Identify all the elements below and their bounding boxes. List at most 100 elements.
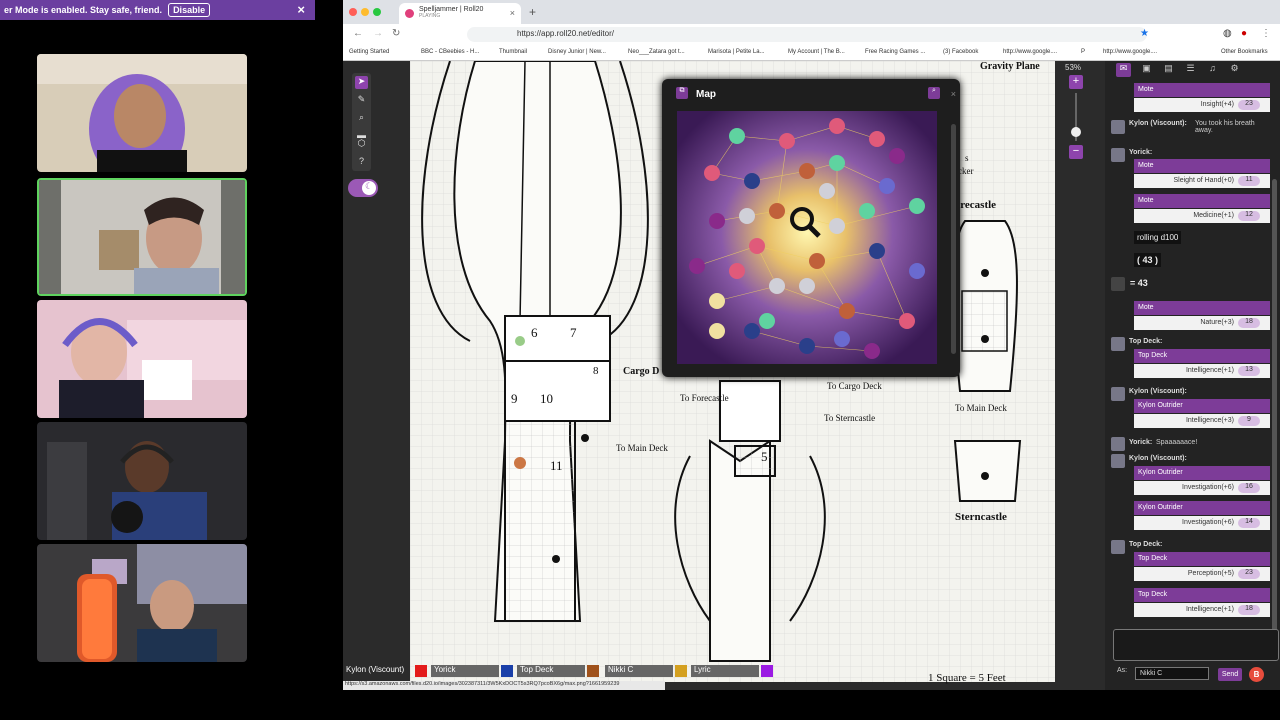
chat-input[interactable] — [1113, 629, 1279, 661]
roll-row: Insight(+4) 23 — [1134, 98, 1270, 112]
video-tile-1[interactable] — [37, 54, 247, 172]
bookmark-item[interactable]: Other Bookmarks — [1221, 49, 1268, 55]
video-tile-5[interactable] — [37, 544, 247, 662]
star-map-image[interactable] — [677, 111, 937, 364]
roll-value[interactable]: 14 — [1238, 518, 1260, 528]
player-name[interactable]: Nikki C — [605, 665, 673, 677]
tab-roll20[interactable]: Spelljammer | Roll20 PLAYING × — [399, 3, 521, 24]
forward-icon[interactable]: → — [373, 28, 383, 39]
tab-close-icon[interactable]: × — [510, 8, 515, 18]
maximize-window-button[interactable] — [373, 8, 381, 16]
zoom-in-button[interactable]: + — [1069, 75, 1083, 89]
beyond20-icon[interactable]: B — [1249, 667, 1264, 682]
roll-row: Investigation(+6) 14 — [1134, 516, 1270, 530]
zoom-controls: 53% + − — [1065, 61, 1087, 171]
roll-row: Intelligence(+1) 18 — [1134, 603, 1270, 617]
roll-row: Investigation(+6) 16 — [1134, 481, 1270, 495]
message-sender: Top Deck: — [1129, 338, 1163, 345]
bookmark-item[interactable]: http://www.google.... — [1003, 49, 1057, 55]
send-button[interactable]: Send — [1218, 668, 1242, 681]
bookmark-item[interactable]: Thumbnail — [499, 49, 527, 55]
map-annotation: To Main Deck — [955, 403, 1007, 413]
room-label: 6 — [531, 325, 538, 340]
speaking-as-select[interactable]: Nikki C — [1135, 667, 1209, 680]
roll-value[interactable]: 23 — [1238, 100, 1260, 110]
new-tab-icon[interactable]: + — [529, 5, 536, 19]
draw-tool-icon[interactable]: ✎ — [355, 94, 368, 107]
close-icon[interactable]: × — [297, 2, 305, 17]
video-feed-3 — [37, 300, 247, 418]
bookmark-item[interactable]: Disney Junior | New... — [548, 49, 606, 55]
roll-title: Mote — [1134, 83, 1270, 97]
menu-icon[interactable]: ⋮ — [1261, 28, 1271, 39]
select-tool-icon[interactable]: ➤ — [355, 76, 368, 89]
map-annotation: To Sterncastle — [824, 413, 875, 423]
zoom-slider-handle[interactable] — [1071, 127, 1081, 137]
message-sender: Kylon (Viscount): — [1129, 120, 1187, 127]
speaking-as-row: As: Nikki C Send B — [1117, 667, 1277, 683]
player-name[interactable]: Yorick — [431, 665, 499, 677]
roll-title: Top Deck — [1134, 588, 1270, 602]
roll-value[interactable]: 16 — [1238, 483, 1260, 493]
roll-title: Mote — [1134, 301, 1270, 315]
compendium-tab-icon[interactable]: ☰ — [1183, 63, 1198, 77]
bookmark-item[interactable]: http://www.google.... — [1103, 49, 1157, 55]
zoom-tool-icon[interactable]: ⌕ — [355, 112, 368, 125]
art-tab-icon[interactable]: ▣ — [1139, 63, 1154, 77]
reload-icon[interactable]: ↻ — [392, 28, 400, 39]
message-text: You took his breath away. — [1195, 120, 1255, 134]
roll-expression: rolling d100 — [1134, 231, 1182, 244]
bookmark-item[interactable]: Getting Started — [349, 49, 389, 55]
bookmark-item[interactable]: (3) Facebook — [943, 49, 978, 55]
roll-value[interactable]: 18 — [1238, 318, 1260, 328]
roll-value[interactable]: 13 — [1238, 366, 1260, 376]
bookmark-item[interactable]: Free Racing Games ... — [865, 49, 925, 55]
video-tile-2[interactable] — [37, 178, 247, 296]
bookmark-item[interactable]: BBC - CBeebies - H... — [421, 49, 479, 55]
roll-label: Intelligence(+1) — [1185, 606, 1234, 613]
dialog-scrollbar[interactable] — [951, 124, 956, 354]
roll-label: Nature(+3) — [1200, 319, 1234, 326]
player-name[interactable]: Kylon (Viscount) — [343, 665, 413, 677]
dice-icon — [1111, 277, 1125, 291]
avatar — [1111, 437, 1125, 451]
profile-icon[interactable]: ● — [1241, 28, 1247, 39]
url-input[interactable]: https://app.roll20.net/editor/ — [467, 27, 1147, 42]
bookmark-item[interactable]: Neo___Zatara got t... — [628, 49, 685, 55]
screen: er Mode is enabled. Stay safe, friend. D… — [0, 0, 1280, 720]
journal-tab-icon[interactable]: ▤ — [1161, 63, 1176, 77]
roll-total: = 43 — [1130, 278, 1148, 288]
zoom-out-button[interactable]: − — [1069, 145, 1083, 159]
roll-value[interactable]: 18 — [1238, 605, 1260, 615]
jukebox-tab-icon[interactable]: ♫ — [1205, 63, 1220, 77]
map-dialog: ⧉ Map ⌕ × — [662, 79, 960, 377]
roll-value[interactable]: 9 — [1238, 416, 1260, 426]
bookmark-item[interactable]: My Account | The B... — [788, 49, 845, 55]
settings-tab-icon[interactable]: ⚙ — [1227, 63, 1242, 77]
dark-mode-toggle[interactable]: ☾ — [348, 179, 378, 197]
bookmark-item[interactable]: P — [1081, 49, 1085, 55]
video-tile-4[interactable] — [37, 422, 247, 540]
bookmark-item[interactable]: Marisota | Petite La... — [708, 49, 765, 55]
disable-button[interactable]: Disable — [168, 3, 211, 17]
tab-title: Spelljammer | Roll20 — [419, 6, 484, 13]
video-tile-3[interactable] — [37, 300, 247, 418]
dice-tool-icon[interactable]: ⬡ — [355, 138, 368, 151]
back-icon[interactable]: ← — [353, 28, 363, 39]
roll-value[interactable]: 11 — [1238, 176, 1260, 186]
roll-value[interactable]: 12 — [1238, 211, 1260, 221]
chat-tab-icon[interactable]: ✉ — [1116, 63, 1131, 77]
tab-subtitle: PLAYING — [419, 13, 441, 19]
player-name[interactable]: Lyric — [691, 665, 759, 677]
extensions-icon[interactable]: ◍ — [1223, 28, 1232, 39]
minimize-window-button[interactable] — [361, 8, 369, 16]
chat-scrollbar[interactable] — [1272, 179, 1277, 659]
magnify-icon[interactable]: ⌕ — [928, 87, 940, 99]
close-window-button[interactable] — [349, 8, 357, 16]
player-name[interactable]: Top Deck — [517, 665, 585, 677]
bookmark-star-icon[interactable]: ★ — [1140, 28, 1149, 39]
help-icon[interactable]: ? — [355, 156, 368, 169]
player-color-swatch — [501, 665, 513, 677]
dialog-close-icon[interactable]: × — [951, 89, 956, 99]
roll-value[interactable]: 23 — [1238, 569, 1260, 579]
